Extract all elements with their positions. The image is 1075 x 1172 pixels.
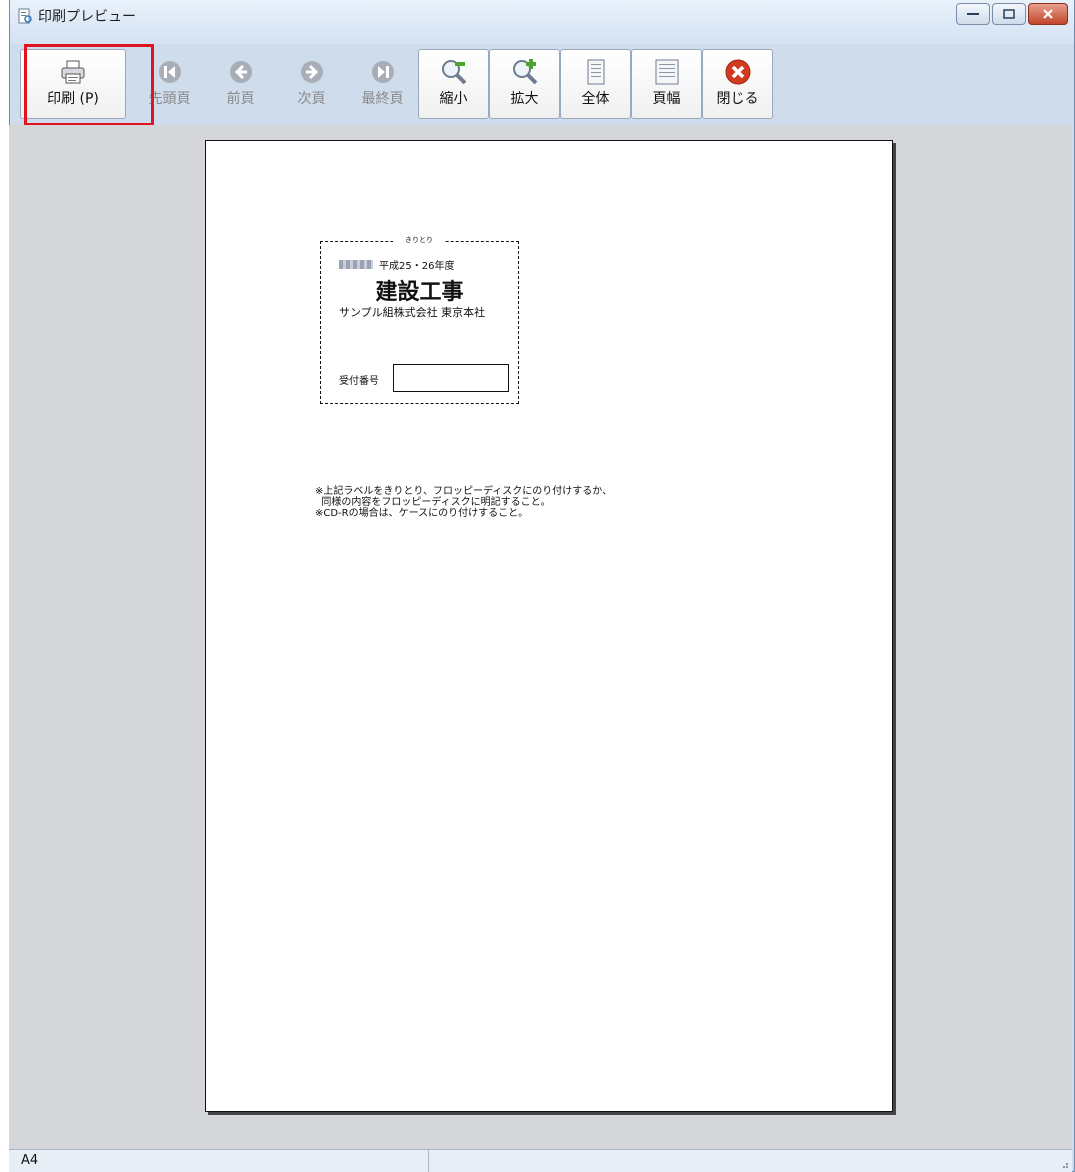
title-bar: 印刷プレビュー <box>10 0 1074 44</box>
reference-number-box <box>393 364 509 392</box>
printer-icon <box>61 60 85 84</box>
prev-page-label: 前頁 <box>226 91 255 107</box>
whole-page-button[interactable]: 全体 <box>560 49 631 119</box>
zoom-out-button[interactable]: 縮小 <box>418 49 489 119</box>
close-preview-label: 閉じる <box>716 91 759 107</box>
close-icon <box>1043 9 1053 19</box>
window-close-button[interactable] <box>1028 3 1068 25</box>
print-label: 印刷 (P) <box>47 91 99 107</box>
zoom-out-icon <box>441 60 466 85</box>
paper-size-text: A4 <box>21 1153 39 1168</box>
page-width-icon <box>655 59 678 85</box>
label-year-line: 平成25・26年度 <box>339 257 454 272</box>
toolbar: 印刷 (P) 先頭頁 前頁 次頁 最終頁 縮小 拡大 全体 頁幅 閉じる <box>20 49 773 119</box>
last-page-button[interactable]: 最終頁 <box>347 49 418 119</box>
note-line-2: 同様の内容をフロッピーディスクに明記すること。 <box>315 497 551 508</box>
minimize-button[interactable] <box>956 3 990 25</box>
label-company: サンプル組株式会社 東京本社 <box>339 306 486 319</box>
print-preview-icon <box>18 8 32 24</box>
whole-page-label: 全体 <box>581 91 610 107</box>
note-line-3: ※CD-Rの場合は、ケースにのり付けすること。 <box>315 508 529 519</box>
label-year-text: 平成25・26年度 <box>379 261 455 272</box>
arrow-left-icon <box>229 61 252 83</box>
next-page-label: 次頁 <box>297 91 326 107</box>
preview-page: きりとり 平成25・26年度 建設工事 サンプル組株式会社 東京本社 受付番号 … <box>205 140 893 1112</box>
zoom-in-icon <box>512 59 537 85</box>
first-page-label: 先頭頁 <box>148 91 191 107</box>
page-width-button[interactable]: 頁幅 <box>631 49 702 119</box>
status-bar: A4 <box>9 1149 1072 1172</box>
maximize-button[interactable] <box>992 3 1026 25</box>
prev-page-button[interactable]: 前頁 <box>205 49 276 119</box>
window-title: 印刷プレビュー <box>38 9 136 25</box>
next-page-button[interactable]: 次頁 <box>276 49 347 119</box>
status-paper-size-cell: A4 <box>9 1150 429 1172</box>
close-preview-button[interactable]: 閉じる <box>702 49 773 119</box>
page-width-label: 頁幅 <box>652 91 681 107</box>
first-page-button[interactable]: 先頭頁 <box>134 49 205 119</box>
zoom-in-button[interactable]: 拡大 <box>489 49 560 119</box>
last-page-icon <box>371 61 394 83</box>
note-line-1: ※上記ラベルをきりとり、フロッピーディスクにのり付けするか、 <box>315 486 613 497</box>
cut-out-label: きりとり 平成25・26年度 建設工事 サンプル組株式会社 東京本社 受付番号 <box>320 235 519 404</box>
label-title: 建設工事 <box>375 279 464 305</box>
maximize-icon <box>1003 9 1015 19</box>
whole-page-icon <box>587 59 604 85</box>
blurred-text <box>339 260 373 269</box>
zoom-in-label: 拡大 <box>510 91 539 107</box>
print-button[interactable]: 印刷 (P) <box>20 49 126 119</box>
arrow-right-icon <box>300 61 323 83</box>
cut-line-label: きりとり <box>393 235 445 245</box>
minimize-icon <box>967 13 979 15</box>
label-reference-title: 受付番号 <box>339 376 379 387</box>
zoom-out-label: 縮小 <box>439 91 468 107</box>
resize-grip-icon[interactable] <box>1059 1159 1069 1169</box>
first-page-icon <box>158 61 181 83</box>
close-circle-icon <box>725 59 750 85</box>
last-page-label: 最終頁 <box>361 91 404 107</box>
instruction-note: ※上記ラベルをきりとり、フロッピーディスクにのり付けするか、 同様の内容をフロッ… <box>315 486 612 519</box>
